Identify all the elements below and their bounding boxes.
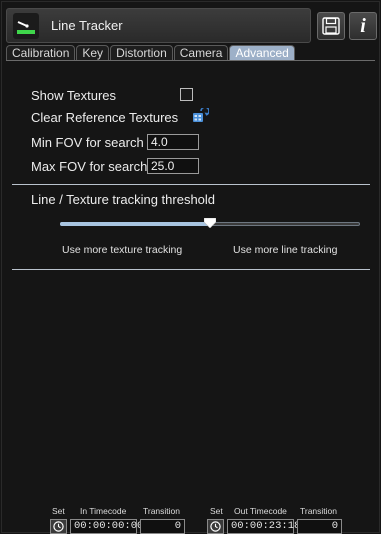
header: Line Tracker i [6, 8, 377, 43]
line-tracking-label: Use more line tracking [233, 244, 338, 256]
tab-key[interactable]: Key [76, 45, 110, 60]
refresh-icon[interactable] [191, 108, 209, 124]
line-tracker-icon [13, 13, 39, 39]
tab-camera[interactable]: Camera [173, 45, 229, 60]
max-fov-input[interactable]: 25.0 [147, 158, 199, 174]
out-timecode-label: Out Timecode [234, 506, 287, 516]
tab-calibration[interactable]: Calibration [6, 45, 76, 60]
min-fov-input[interactable]: 4.0 [147, 134, 199, 150]
out-set-label: Set [210, 506, 223, 516]
threshold-slider-thumb[interactable] [204, 218, 216, 228]
in-timecode-label: In Timecode [80, 506, 127, 516]
tab-distortion[interactable]: Distortion [110, 45, 173, 60]
title-bar: Line Tracker [6, 8, 311, 43]
out-transition-field[interactable]: 0 [297, 519, 342, 534]
set-in-button[interactable] [50, 519, 67, 534]
info-icon: i [360, 14, 366, 37]
in-transition-field[interactable]: 0 [140, 519, 185, 534]
tab-divider [6, 60, 375, 61]
max-fov-label: Max FOV for search [31, 159, 148, 174]
clear-reference-textures-label: Clear Reference Textures [31, 110, 179, 125]
tab-advanced[interactable]: Advanced [229, 45, 295, 60]
window-title: Line Tracker [51, 18, 123, 33]
clock-icon [210, 521, 221, 532]
in-transition-label: Transition [143, 506, 181, 516]
floppy-disk-icon [322, 17, 340, 35]
threshold-slider-fill [60, 222, 210, 226]
window-border [1, 1, 380, 533]
save-button[interactable] [317, 12, 345, 40]
tab-bar: Calibration Key Distortion Camera Advanc… [6, 45, 296, 61]
section-divider-2 [12, 269, 370, 270]
texture-tracking-label: Use more texture tracking [62, 244, 183, 256]
out-transition-label: Transition [300, 506, 338, 516]
in-set-label: Set [52, 506, 65, 516]
threshold-title: Line / Texture tracking threshold [31, 192, 216, 207]
set-out-button[interactable] [207, 519, 224, 534]
section-divider [12, 184, 370, 185]
min-fov-label: Min FOV for search [31, 135, 144, 150]
info-button[interactable]: i [349, 12, 377, 40]
show-textures-label: Show Textures [31, 88, 117, 103]
out-timecode-field[interactable]: 00:00:23:18 [227, 519, 300, 534]
show-textures-checkbox[interactable] [180, 88, 193, 101]
clock-icon [53, 521, 64, 532]
in-timecode-field[interactable]: 00:00:00:00 [70, 519, 143, 534]
